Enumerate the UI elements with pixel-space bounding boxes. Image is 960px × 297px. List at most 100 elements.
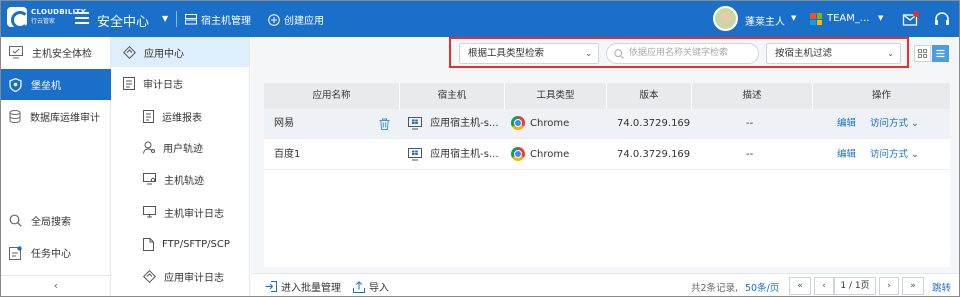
host-name: 应用宿主机-s... [430,118,499,129]
access-method-dropdown[interactable]: 访问方式 ⌄ [870,109,919,139]
submenu-item-label: 应用审计日志 [164,272,224,284]
chevron-down-icon: ⌄ [911,118,920,129]
submenu-item-label: 用户轨迹 [163,143,203,155]
team-chevron-icon[interactable]: ▼ [878,14,883,22]
chevron-down-icon: ⌄ [911,149,920,160]
server-icon [185,14,197,25]
column-header-host[interactable]: 宿主机 [400,83,505,109]
access-method-dropdown[interactable]: 访问方式 ⌄ [870,140,919,170]
sidebar-item-host-check[interactable]: 主机安全体检 [1,37,111,68]
column-header-description[interactable]: 描述 [692,83,813,109]
tool-cell: Chrome [511,140,569,170]
menu-icon[interactable] [75,12,89,24]
tool-name: Chrome [530,149,570,160]
sidebar-item-bastion[interactable]: 堡垒机 [1,69,111,100]
tool-cell: Chrome [511,109,569,139]
next-page-button[interactable]: › [879,277,899,295]
submenu-item-host-audit-log[interactable]: 主机审计日志 [111,197,249,227]
headset-icon[interactable] [933,10,951,28]
tool-type-value: 根据工具类型检索 [468,48,545,59]
page-size-select[interactable]: 50条/页 [745,280,779,294]
list-icon [936,49,945,58]
section-title[interactable]: 安全中心 [97,11,149,30]
import-button[interactable]: 导入 [353,279,389,294]
create-app-button[interactable]: 创建应用 [268,12,324,27]
collapse-sidebar-button[interactable]: ‹ [1,275,111,296]
chrome-icon [511,116,525,130]
chevron-down-icon: ⌄ [887,49,894,58]
avatar[interactable] [713,6,738,31]
column-header-tool[interactable]: 工具类型 [505,83,607,109]
chrome-icon [511,147,525,161]
sidebar-item-db-audit[interactable]: 数据库运维审计 [1,101,111,132]
host-filter-select[interactable]: 按宿主机过滤 ⌄ [766,43,901,64]
windows-host-icon [408,116,422,129]
edit-link[interactable]: 编辑 [837,140,856,170]
app-name: 网易 [274,118,294,129]
host-audit-icon [143,206,156,218]
database-icon [9,110,21,123]
enter-icon [265,281,277,292]
windows-host-icon [408,147,422,160]
prev-page-button[interactable]: ‹ [814,277,834,295]
submenu-item-label: FTP/SFTP/SCP [162,238,230,250]
batch-manage-button[interactable]: 进入批量管理 [265,279,341,294]
trash-icon[interactable] [379,118,390,130]
mail-icon[interactable] [902,10,920,28]
chevron-down-icon[interactable]: ▼ [162,14,168,23]
edit-link[interactable]: 编辑 [837,109,856,139]
plus-circle-icon [268,13,280,26]
submenu-item-label: 审计日志 [143,79,183,91]
submenu-item-label: 主机审计日志 [164,208,224,220]
last-page-button[interactable]: » [902,277,924,295]
app-name: 百度1 [274,149,301,160]
list-view-button[interactable] [932,45,949,62]
column-header-name[interactable]: 应用名称 [264,83,400,109]
column-header-version[interactable]: 版本 [607,83,692,109]
tool-type-select[interactable]: 根据工具类型检索 ⌄ [459,43,599,64]
submenu-item-audit-log[interactable]: 审计日志 [111,68,249,98]
search-icon [614,49,624,59]
submenu-item-ftp[interactable]: FTP/SFTP/SCP [111,229,249,259]
table-row[interactable]: 百度1 应用宿主机-s... Chrome 74.0.3729.169 -- 编… [264,140,950,170]
app-search-input[interactable]: 依据应用名称关键字检索 [606,43,759,64]
table-header: 应用名称 宿主机 工具类型 版本 描述 操作 [264,83,950,109]
team-name[interactable]: TEAM_... [827,13,869,24]
host-track-icon [143,173,156,185]
submenu-item-ops-report[interactable]: 运维报表 [111,101,249,131]
version: 74.0.3729.169 [617,149,691,160]
grid-view-button[interactable] [914,45,931,62]
cloudbility-logo-icon [7,7,29,29]
sidebar-item-label: 数据库运维审计 [30,113,100,124]
submenu-item-app-audit-log[interactable]: 应用审计日志 [111,261,249,291]
table-row[interactable]: 网易 应用宿主机-s... Chrome 74.0.3729.169 -- 编辑… [264,109,950,139]
app-window: CLOUDBILITY 行云管家 安全中心 ▼ 宿主机管理 创建应用 蓬莱主人 … [0,0,960,297]
submenu: 应用中心 审计日志 运维报表 用户轨迹 主机轨迹 主机审计日志 FTP/SFTP… [111,37,250,296]
task-icon [9,245,22,260]
user-chevron-icon[interactable]: ▼ [791,14,796,22]
host-management-button[interactable]: 宿主机管理 [185,12,251,27]
search-icon [9,214,22,227]
chevron-down-icon: ⌄ [585,49,592,58]
host-name: 应用宿主机-s... [430,149,499,160]
sidebar-item-global-search[interactable]: 全局搜索 [1,205,111,236]
user-track-icon [143,141,155,154]
jump-button[interactable]: 跳转 [932,280,951,294]
report-icon [143,109,154,123]
first-page-button[interactable]: « [789,277,811,295]
host-management-label: 宿主机管理 [201,16,251,27]
submenu-item-app-center[interactable]: 应用中心 [111,37,249,67]
host-cell: 应用宿主机-s... [408,140,499,170]
submenu-item-label: 主机轨迹 [164,175,204,187]
sidebar-item-label: 全局搜索 [31,217,71,228]
sidebar-item-task-center[interactable]: 任务中心 [1,237,111,268]
import-label: 导入 [369,283,389,294]
ftp-icon [143,237,154,251]
submenu-item-host-track[interactable]: 主机轨迹 [111,164,249,194]
tool-name: Chrome [530,118,570,129]
chevron-left-icon: ‹ [53,279,59,292]
submenu-item-user-track[interactable]: 用户轨迹 [111,132,249,162]
sidebar-item-label: 主机安全体检 [32,49,92,60]
user-name[interactable]: 蓬莱主人 [745,13,785,28]
shield-icon [9,77,22,92]
